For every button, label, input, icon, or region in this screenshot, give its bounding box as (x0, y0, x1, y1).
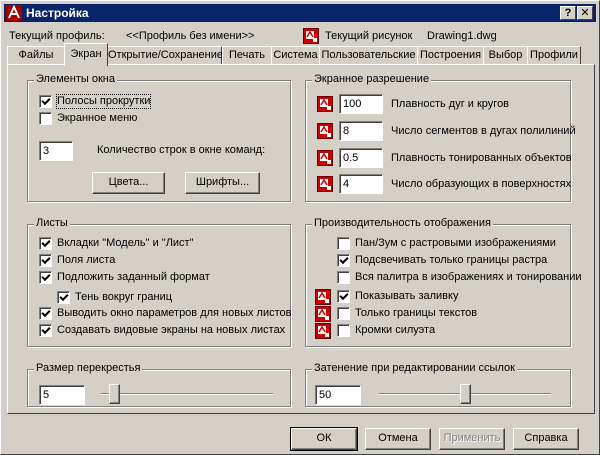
tab-label: Экран (70, 48, 102, 60)
crosshair-slider-thumb[interactable] (109, 384, 121, 404)
options-dialog: Настройка ? ✕ Текущий профиль: <<Профиль… (0, 0, 600, 455)
apply-button[interactable]: Применить (439, 428, 505, 450)
question-mark-icon: ? (564, 7, 572, 19)
checkbox-label: Поля листа (57, 254, 116, 266)
resolution-input[interactable]: 0.5 (339, 148, 383, 168)
checkbox-label: Показывать заливку (355, 290, 459, 302)
checkbox-label: Только границы текстов (355, 307, 478, 319)
checkbox-label: Пан/Зум с растровыми изображениями (355, 237, 556, 249)
xref-fading-slider-thumb[interactable] (459, 384, 471, 404)
group-title: Производительность отображения (312, 217, 493, 229)
checkbox-label: Вся палитра в изображениях и тонировании (355, 271, 582, 283)
checkbox-label: Вкладки "Модель" и "Лист" (57, 237, 194, 249)
checkbox-label: Выводить окно параметров для новых листо… (57, 307, 292, 319)
resolution-label: Число образующих в поверхностях (391, 178, 572, 190)
help-dialog-button[interactable]: Справка (513, 428, 579, 450)
tab-plot[interactable]: Печать (222, 46, 272, 65)
autocad-drawing-icon (315, 289, 331, 305)
checkbox-box (39, 324, 52, 337)
checkbox-box (39, 254, 52, 267)
group-title: Листы (34, 217, 70, 229)
resolution-label: Плавность дуг и кругов (391, 98, 510, 110)
autocad-drawing-icon (315, 306, 331, 322)
close-button[interactable]: ✕ (577, 6, 593, 20)
autocad-drawing-icon (317, 123, 333, 139)
group-title: Экранное разрешение (312, 73, 432, 85)
checkbox-label: Подложить заданный формат (57, 271, 210, 283)
command-lines-label: Количество строк в окне команд: (97, 144, 266, 156)
checkbox-label: Создавать видовые экраны на новых листах (57, 324, 286, 336)
checkbox-box (337, 324, 350, 337)
current-drawing-label: Текущий рисунок (325, 30, 413, 42)
autocad-drawing-icon (315, 323, 331, 339)
resolution-input[interactable]: 4 (339, 174, 383, 194)
cancel-button[interactable]: Отмена (365, 428, 431, 450)
tab-label: Построения (419, 49, 482, 61)
tab-label: Система (273, 49, 318, 61)
checkbox-box (337, 290, 350, 303)
tab-open-save[interactable]: Открытие/Сохранение (107, 46, 223, 65)
tab-drafting[interactable]: Построения (417, 46, 484, 65)
fonts-button[interactable]: Шрифты... (185, 172, 260, 194)
resolution-label: Плавность тонированных объектов (391, 152, 572, 164)
checkbox-label: Полосы прокрутки (55, 94, 152, 109)
tab-label: Пользовательские (321, 49, 416, 61)
ok-button[interactable]: ОК (290, 427, 358, 451)
checkbox-label: Тень вокруг границ (75, 291, 173, 303)
tab-selection[interactable]: Выбор (483, 46, 528, 65)
tab-display[interactable]: Экран (64, 43, 108, 66)
checkbox-box (39, 237, 52, 250)
resolution-input[interactable]: 8 (339, 121, 383, 141)
tab-label: Печать (228, 49, 266, 61)
colors-button[interactable]: Цвета... (92, 172, 165, 194)
help-button[interactable]: ? (560, 6, 576, 20)
tab-label: Открытие/Сохранение (108, 49, 223, 61)
crosshair-slider-track[interactable] (101, 393, 273, 395)
tab-label: Выбор (488, 49, 523, 61)
tab-user-preferences[interactable]: Пользовательские (319, 46, 418, 65)
checkbox-box (337, 254, 350, 267)
tab-files[interactable]: Файлы (7, 46, 65, 65)
window-title: Настройка (26, 6, 89, 20)
tab-label: Профили (530, 49, 578, 61)
group-title: Затенение при редактировании ссылок (312, 362, 517, 374)
group-title: Размер перекрестья (34, 362, 143, 374)
autocad-drawing-icon (317, 150, 333, 166)
autocad-app-icon (6, 5, 22, 21)
checkbox-label: Экранное меню (57, 112, 138, 124)
checkbox-box (337, 307, 350, 320)
checkbox-box (39, 112, 52, 125)
checkbox-box (39, 307, 52, 320)
resolution-label: Число сегментов в дугах полилиний (391, 125, 576, 137)
checkbox-box (337, 271, 350, 284)
crosshair-size-input[interactable]: 5 (39, 385, 85, 405)
autocad-drawing-icon (317, 176, 333, 192)
resolution-input[interactable]: 100 (339, 94, 383, 114)
tab-system[interactable]: Система (271, 46, 320, 65)
checkbox-label: Кромки силуэта (355, 324, 436, 336)
group-title: Элементы окна (34, 73, 117, 85)
autocad-drawing-icon (317, 96, 333, 112)
current-profile-value: <<Профиль без имени>> (126, 30, 255, 42)
xref-fading-input[interactable]: 50 (315, 385, 361, 405)
title-bar[interactable]: Настройка ? ✕ (4, 4, 596, 22)
autocad-drawing-icon (303, 28, 319, 44)
current-drawing-value: Drawing1.dwg (427, 30, 497, 42)
checkbox-box (39, 95, 52, 108)
tab-label: Файлы (18, 49, 54, 61)
checkbox-label: Подсвечивать только границы растра (355, 254, 548, 266)
command-lines-input[interactable]: 3 (39, 141, 73, 161)
checkbox-box (39, 271, 52, 284)
tab-profiles[interactable]: Профили (527, 46, 581, 65)
checkbox-box (57, 291, 70, 304)
close-icon: ✕ (580, 7, 590, 19)
checkbox-box (337, 237, 350, 250)
